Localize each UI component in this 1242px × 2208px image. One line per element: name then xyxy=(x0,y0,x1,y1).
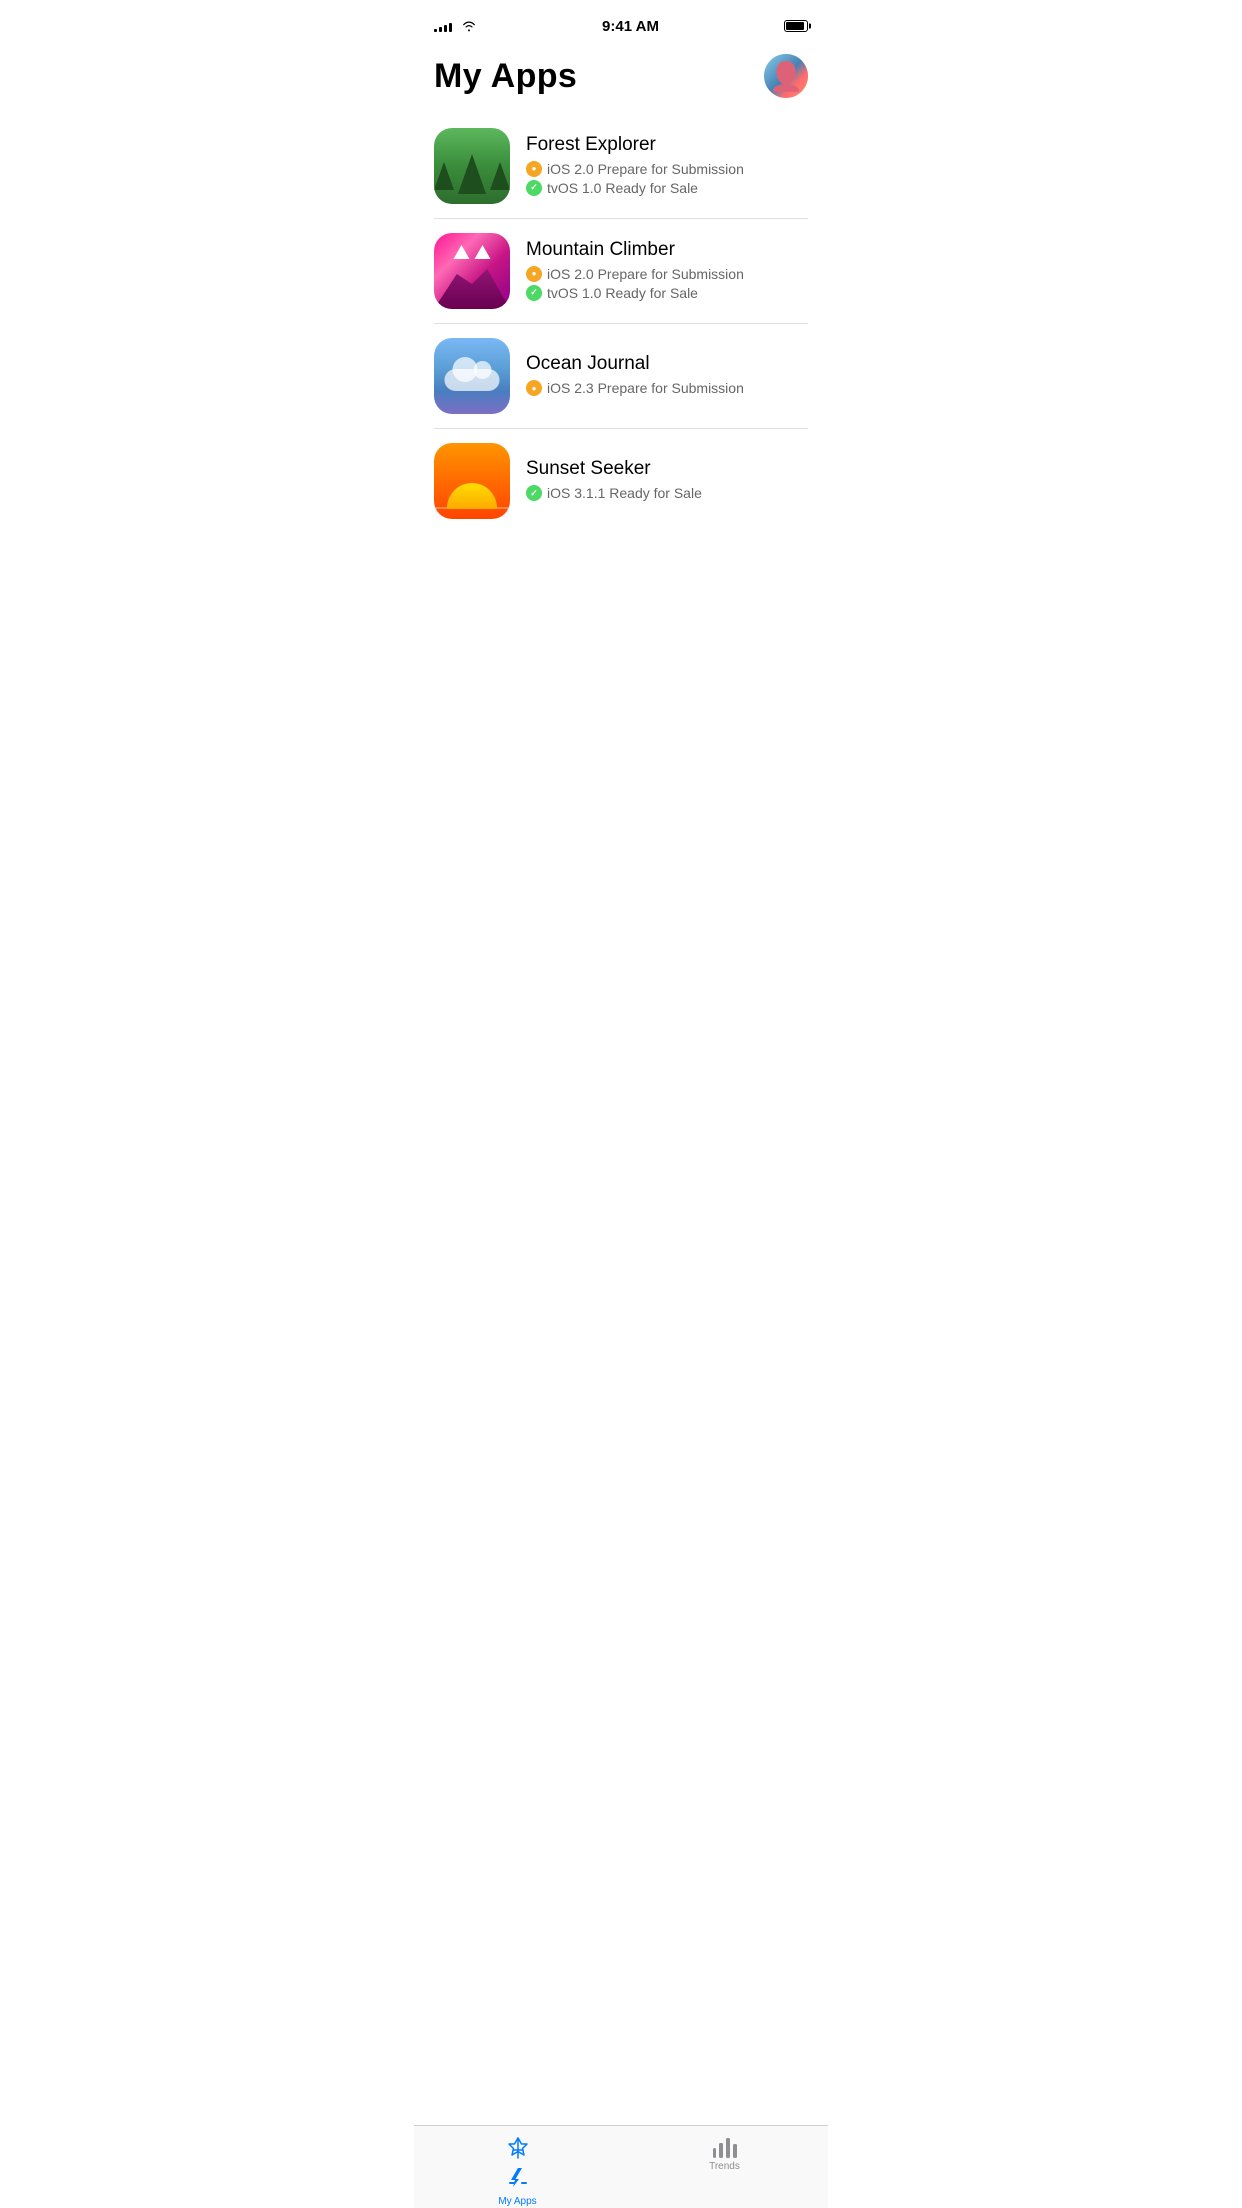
battery-icon xyxy=(784,20,808,32)
status-bar: 9:41 AM xyxy=(414,0,828,44)
list-item[interactable]: Mountain Climber iOS 2.0 Prepare for Sub… xyxy=(434,219,808,324)
app-info-sunset-seeker: Sunset Seeker iOS 3.1.1 Ready for Sale xyxy=(526,458,808,504)
cloud-shape xyxy=(445,369,500,399)
status-dot-yellow xyxy=(526,380,542,396)
arrow-up-icon xyxy=(454,245,470,259)
app-status-0: iOS 3.1.1 Ready for Sale xyxy=(526,485,808,501)
tab-trends-label: Trends xyxy=(709,2161,740,2172)
avatar-image xyxy=(764,54,808,98)
status-text: iOS 2.0 Prepare for Submission xyxy=(547,161,744,177)
app-info-ocean-journal: Ocean Journal iOS 2.3 Prepare for Submis… xyxy=(526,353,808,399)
status-time: 9:41 AM xyxy=(602,18,659,35)
status-text: tvOS 1.0 Ready for Sale xyxy=(547,285,698,301)
tab-my-apps[interactable]: My Apps xyxy=(478,2136,558,2207)
app-name: Forest Explorer xyxy=(526,134,808,156)
cloud-main xyxy=(445,369,500,391)
app-icon-mountain-climber xyxy=(434,233,510,309)
appstore-icon xyxy=(505,2136,531,2162)
trends-icon xyxy=(713,2136,737,2158)
status-dot-yellow xyxy=(526,266,542,282)
status-left xyxy=(434,20,477,32)
app-icon-ocean-journal xyxy=(434,338,510,414)
page-header: My Apps xyxy=(414,44,828,114)
app-list: Forest Explorer iOS 2.0 Prepare for Subm… xyxy=(414,114,828,533)
tree-small-icon-2 xyxy=(490,162,510,190)
status-text: iOS 3.1.1 Ready for Sale xyxy=(547,485,702,501)
app-status-1: tvOS 1.0 Ready for Sale xyxy=(526,180,808,196)
app-icon-forest-explorer xyxy=(434,128,510,204)
status-text: iOS 2.0 Prepare for Submission xyxy=(547,266,744,282)
tree-group xyxy=(434,154,510,194)
status-text: iOS 2.3 Prepare for Submission xyxy=(547,380,744,396)
avatar[interactable] xyxy=(764,54,808,98)
page-title: My Apps xyxy=(434,57,577,96)
tab-bar: My Apps Trends xyxy=(414,2125,828,2208)
app-status-1: tvOS 1.0 Ready for Sale xyxy=(526,285,808,301)
list-item[interactable]: Ocean Journal iOS 2.3 Prepare for Submis… xyxy=(434,324,808,429)
arrow-up-icon-2 xyxy=(475,245,491,259)
app-name: Mountain Climber xyxy=(526,239,808,261)
status-text: tvOS 1.0 Ready for Sale xyxy=(547,180,698,196)
mountain-arrows xyxy=(454,245,491,259)
list-item[interactable]: Forest Explorer iOS 2.0 Prepare for Subm… xyxy=(434,114,808,219)
appstore-icon-main xyxy=(504,2165,532,2193)
tab-trends[interactable]: Trends xyxy=(685,2136,765,2172)
tree-large-icon xyxy=(458,154,486,194)
sun-shape xyxy=(447,483,497,509)
app-info-mountain-climber: Mountain Climber iOS 2.0 Prepare for Sub… xyxy=(526,239,808,304)
wifi-icon xyxy=(461,20,477,32)
app-info-forest-explorer: Forest Explorer iOS 2.0 Prepare for Subm… xyxy=(526,134,808,199)
app-status-0: iOS 2.0 Prepare for Submission xyxy=(526,266,808,282)
status-dot-green xyxy=(526,485,542,501)
status-dot-green xyxy=(526,285,542,301)
signal-icon xyxy=(434,20,452,32)
app-icon-sunset-seeker xyxy=(434,443,510,519)
app-status-0: iOS 2.0 Prepare for Submission xyxy=(526,161,808,177)
app-name: Sunset Seeker xyxy=(526,458,808,480)
app-name: Ocean Journal xyxy=(526,353,808,375)
status-dot-green xyxy=(526,180,542,196)
mountain-shape xyxy=(434,259,510,309)
app-status-0: iOS 2.3 Prepare for Submission xyxy=(526,380,808,396)
tab-my-apps-label: My Apps xyxy=(498,2196,536,2207)
status-dot-yellow xyxy=(526,161,542,177)
list-item[interactable]: Sunset Seeker iOS 3.1.1 Ready for Sale xyxy=(434,429,808,533)
tree-small-icon xyxy=(434,162,454,190)
